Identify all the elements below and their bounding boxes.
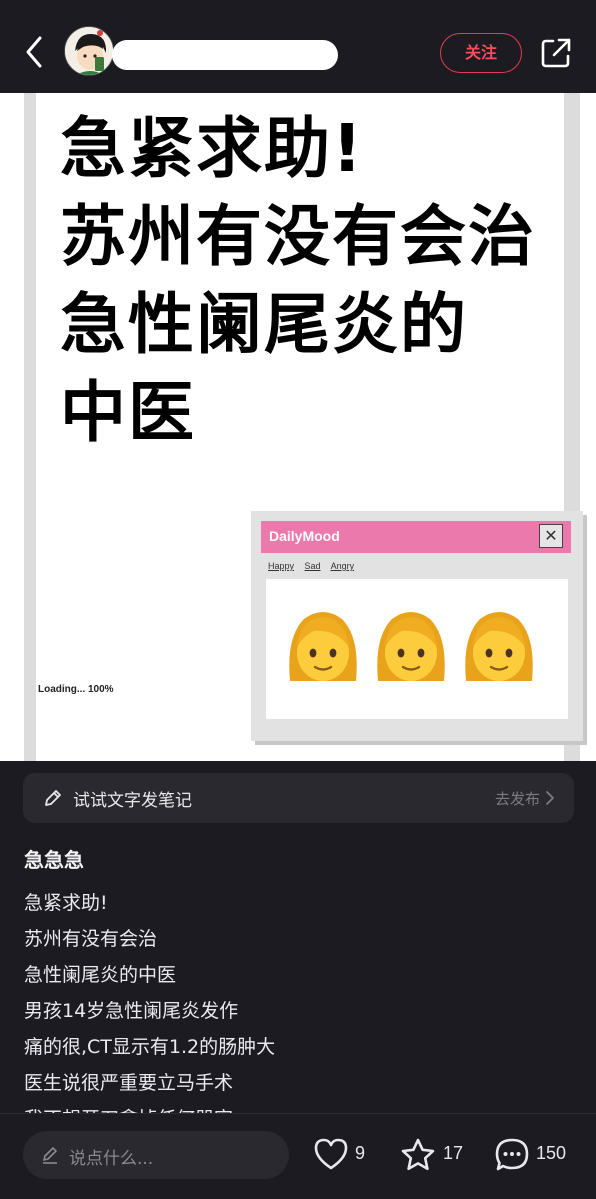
headline-line: 急紧求助!	[60, 110, 365, 187]
post-line: 苏州有没有会治	[24, 928, 158, 950]
post-body: 急紧求助! 苏州有没有会治 急性阑尾炎的中医 男孩14岁急性阑尾炎发作 痛的很,…	[24, 885, 574, 1115]
pencil-icon	[45, 790, 61, 806]
window-close-icon: ✕	[539, 524, 563, 548]
top-bar: 关注	[0, 0, 596, 93]
back-icon[interactable]	[20, 34, 50, 70]
collect-count: 17	[443, 1143, 464, 1163]
menu-item-sad: Sad	[304, 561, 321, 571]
window-titlebar: DailyMood	[261, 521, 571, 553]
headline-line: 苏州有没有会治	[60, 198, 536, 275]
menu-item-angry: Angry	[330, 561, 355, 571]
prompt-text: 试试文字发笔记	[73, 791, 192, 811]
window-menu: Happy Sad Angry	[268, 561, 362, 571]
post-line: 男孩14岁急性阑尾炎发作	[24, 1000, 239, 1022]
post-title: 急急急	[24, 848, 84, 872]
woman-face-icon	[289, 612, 357, 681]
chevron-right-icon	[546, 791, 554, 805]
follow-button[interactable]: 关注	[440, 33, 522, 73]
comment-icon	[495, 1138, 529, 1171]
like-count: 9	[355, 1143, 366, 1163]
headline-line: 中医	[60, 374, 196, 451]
post-line: 医生说很严重要立马手术	[24, 1072, 234, 1094]
headline-line: 急性阑尾炎的	[60, 286, 468, 363]
like-button[interactable]: 9	[313, 1134, 373, 1174]
share-icon[interactable]	[538, 35, 574, 71]
comment-input[interactable]: 说点什么...	[23, 1131, 289, 1179]
menu-item-happy: Happy	[268, 561, 295, 571]
loading-text: Loading... 100%	[38, 684, 114, 695]
pen-icon	[43, 1147, 57, 1164]
post-line: 痛的很,CT显示有1.2的肠肿大	[24, 1036, 276, 1058]
avatar[interactable]	[64, 26, 114, 76]
window-title: DailyMood	[269, 528, 340, 544]
comment-button[interactable]: 150	[494, 1134, 574, 1174]
star-icon	[401, 1138, 435, 1171]
window-body	[266, 579, 568, 719]
text-post-prompt[interactable]: 试试文字发笔记 去发布	[23, 773, 574, 823]
comment-placeholder: 说点什么...	[69, 1149, 154, 1169]
post-line: 急性阑尾炎的中医	[24, 964, 177, 986]
username-redacted	[112, 40, 338, 70]
heart-icon	[314, 1138, 348, 1170]
comment-count: 150	[536, 1143, 567, 1163]
collect-button[interactable]: 17	[399, 1134, 469, 1174]
woman-face-icon	[377, 612, 445, 681]
dailymood-window: DailyMood ✕ Happy Sad Angry	[251, 511, 583, 741]
publish-link[interactable]: 去发布	[495, 788, 540, 809]
bottom-action-bar: 说点什么... 9 17 150	[0, 1113, 596, 1199]
image-headline: 急紧求助! 苏州有没有会治 急性阑尾炎的 中医	[60, 105, 550, 457]
post-line: 急紧求助!	[24, 892, 108, 914]
post-image[interactable]: 急紧求助! 苏州有没有会治 急性阑尾炎的 中医 Loading... 100% …	[0, 93, 596, 761]
woman-face-icon	[465, 612, 533, 681]
